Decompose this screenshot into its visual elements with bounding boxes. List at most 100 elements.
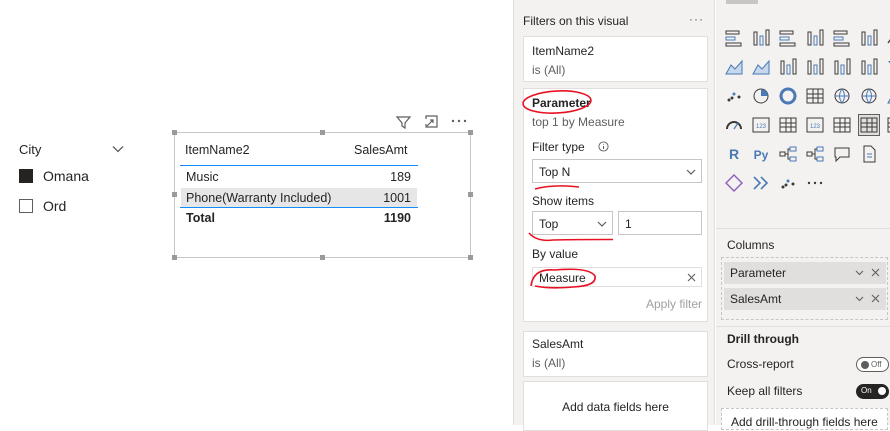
power-automate-icon[interactable] (751, 173, 771, 193)
by-value-field-name: Measure (539, 271, 586, 285)
table-row: Music 189 (181, 167, 417, 187)
100-stacked-bar-icon[interactable] (832, 28, 852, 48)
filter-card-state: is (All) (532, 63, 566, 77)
filter-card-itemname2[interactable]: ItemName2 is (All) (523, 36, 708, 82)
paginated-report-icon[interactable] (886, 144, 890, 164)
visual-type-gallery: 123 123 R Py (724, 28, 890, 197)
slicer-item-label: Ord (43, 198, 67, 214)
pie-chart-icon[interactable] (751, 86, 771, 106)
scatter-icon[interactable] (724, 86, 744, 106)
filter-card-field: Parameter (532, 96, 591, 110)
matrix-icon[interactable] (886, 115, 890, 135)
funnel-icon[interactable] (886, 57, 890, 77)
map-icon[interactable] (832, 86, 852, 106)
cross-report-toggle[interactable]: Off (856, 357, 889, 372)
filter-pane-title: Filters on this visual (523, 14, 629, 28)
gauge-icon[interactable] (724, 115, 744, 135)
more-visuals-icon[interactable] (805, 173, 825, 193)
cell-value: 189 (390, 170, 411, 184)
svg-text:R: R (729, 146, 739, 162)
show-items-count-input[interactable]: 1 (618, 211, 702, 235)
key-influencers-icon[interactable] (778, 144, 798, 164)
filter-icon[interactable] (395, 114, 412, 131)
column-header-salesamt[interactable]: SalesAmt (354, 143, 414, 157)
drill-through-dropzone[interactable]: Add drill-through fields here (721, 408, 888, 430)
total-label: Total (186, 211, 215, 225)
close-icon[interactable] (870, 293, 881, 304)
toggle-state: Off (871, 360, 882, 369)
waterfall-icon[interactable] (859, 57, 879, 77)
line-stacked-column-icon[interactable] (805, 57, 825, 77)
slicer-item-ord[interactable]: Ord (19, 198, 66, 214)
arcgis-icon[interactable] (778, 173, 798, 193)
more-options-icon[interactable] (451, 118, 467, 124)
kpi-icon[interactable]: 123 (805, 115, 825, 135)
filter-card-salesamt[interactable]: SalesAmt is (All) (523, 331, 708, 377)
card-icon[interactable]: 123 (751, 115, 771, 135)
add-data-fields-dropzone[interactable]: Add data fields here (523, 381, 708, 431)
by-value-field[interactable]: Measure (532, 267, 702, 287)
filter-card-parameter[interactable]: Parameter top 1 by Measure Filter type T… (523, 88, 708, 322)
keep-all-filters-label: Keep all filters (727, 384, 803, 398)
table-icon[interactable] (858, 114, 880, 136)
columns-well[interactable]: Parameter SalesAmt (721, 257, 888, 320)
stacked-area-icon[interactable] (751, 57, 771, 77)
slicer-item-omana[interactable]: Omana (19, 168, 89, 184)
add-data-fields-label: Add data fields here (562, 400, 669, 414)
cell-value: 1001 (383, 191, 411, 205)
checkbox-checked[interactable] (19, 169, 33, 183)
filter-pane: Filters on this visual ··· ItemName2 is … (513, 0, 715, 431)
filter-type-dropdown[interactable]: Top N (532, 159, 702, 183)
clustered-bar-icon[interactable] (778, 28, 798, 48)
well-item-parameter[interactable]: Parameter (724, 262, 886, 284)
chevron-down-icon[interactable] (854, 267, 865, 278)
total-value: 1190 (383, 211, 411, 225)
shape-map-icon[interactable] (886, 86, 890, 106)
apply-filter-button[interactable]: Apply filter (646, 297, 702, 311)
smart-narrative-icon[interactable] (859, 144, 879, 164)
stacked-bar-icon[interactable] (724, 28, 744, 48)
qa-icon[interactable] (832, 144, 852, 164)
close-icon[interactable] (686, 272, 697, 283)
decomposition-tree-icon[interactable] (805, 144, 825, 164)
keep-all-filters-toggle[interactable]: On (856, 384, 889, 399)
more-options-icon[interactable]: ··· (689, 12, 704, 26)
cross-report-label: Cross-report (727, 357, 794, 371)
filter-card-field: SalesAmt (532, 337, 584, 351)
cell-name: Phone(Warranty Included) (186, 191, 332, 205)
well-item-salesamt[interactable]: SalesAmt (724, 288, 886, 310)
info-icon[interactable] (598, 141, 609, 152)
show-items-direction-dropdown[interactable]: Top (532, 211, 613, 235)
well-item-label: Parameter (730, 266, 787, 280)
close-icon[interactable] (870, 267, 881, 278)
donut-chart-icon[interactable] (778, 86, 798, 106)
clustered-column-icon[interactable] (805, 28, 825, 48)
checkbox-unchecked[interactable] (19, 199, 33, 213)
ribbon-chart-icon[interactable] (832, 57, 852, 77)
power-apps-icon[interactable] (724, 173, 744, 193)
100-stacked-column-icon[interactable] (859, 28, 879, 48)
treemap-icon[interactable] (805, 86, 825, 106)
focus-mode-icon[interactable] (424, 114, 440, 130)
line-clustered-column-icon[interactable] (778, 57, 798, 77)
show-items-count: 1 (625, 217, 632, 231)
svg-text:123: 123 (810, 124, 821, 130)
chevron-down-icon (597, 221, 607, 227)
visualizations-pane: 123 123 R Py Columns Parameter SalesAmt Dri… (716, 0, 890, 430)
svg-text:123: 123 (756, 124, 767, 130)
pane-tab-indicator (726, 0, 758, 4)
r-visual-icon[interactable]: R (724, 144, 744, 164)
filter-card-field: ItemName2 (532, 44, 595, 58)
chevron-down-icon[interactable] (111, 142, 125, 156)
line-chart-icon[interactable] (886, 28, 890, 48)
multi-row-card-icon[interactable] (778, 115, 798, 135)
stacked-column-icon[interactable] (751, 28, 771, 48)
filter-card-state: is (All) (532, 356, 566, 370)
filled-map-icon[interactable] (859, 86, 879, 106)
table-visual[interactable]: ItemName2 SalesAmt Music 189 Phone(Warra… (172, 130, 473, 260)
slicer-icon[interactable] (832, 115, 852, 135)
toggle-state: On (861, 386, 872, 395)
area-chart-icon[interactable] (724, 57, 744, 77)
python-visual-icon[interactable]: Py (751, 144, 771, 164)
chevron-down-icon[interactable] (854, 293, 865, 304)
